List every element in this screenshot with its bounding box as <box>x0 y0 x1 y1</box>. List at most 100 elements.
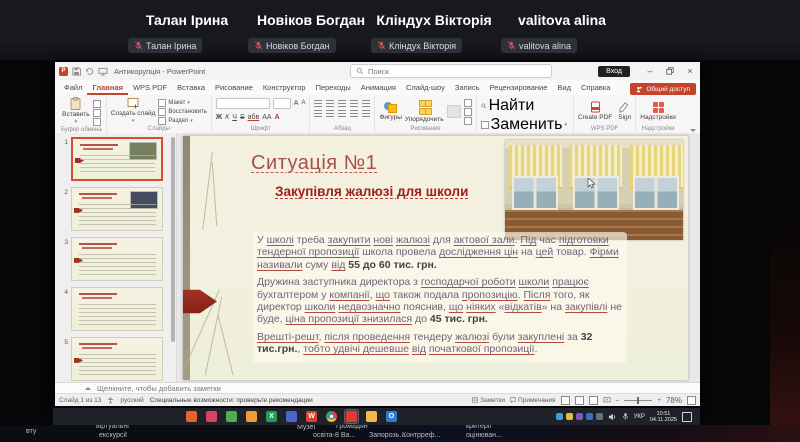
notes-collapse-icon[interactable] <box>85 387 91 390</box>
align-left-icon[interactable] <box>314 110 322 117</box>
line-spacing-icon[interactable] <box>350 100 358 107</box>
taskbar-icon-folder[interactable] <box>365 410 378 423</box>
restore-button[interactable] <box>660 62 680 80</box>
sign-button[interactable]: Sign <box>618 101 631 121</box>
ribbon-tab-8[interactable]: Слайд-шоу <box>401 83 450 95</box>
taskbar-icon-pdf[interactable] <box>345 410 358 423</box>
slideshow-view-button[interactable] <box>603 397 611 404</box>
font-glyph-button[interactable]: абв <box>248 113 260 122</box>
ribbon-tab-2[interactable]: WPS PDF <box>128 83 172 95</box>
shrink-font-icon[interactable]: А <box>301 99 305 108</box>
paste-button[interactable]: Вставить▾ <box>62 97 90 125</box>
shapes-button[interactable]: Фигуры <box>379 102 401 121</box>
taskbar-icon-app-pink[interactable] <box>205 410 218 423</box>
zoom-slider[interactable] <box>624 400 652 401</box>
tray-purple[interactable] <box>576 413 583 420</box>
slide-thumbnail[interactable]: 2 <box>55 187 176 231</box>
font-glyph-button[interactable]: АА <box>262 113 271 122</box>
ribbon-tab-5[interactable]: Конструктор <box>258 83 311 95</box>
taskbar-icon-excel[interactable]: X <box>265 410 278 423</box>
create-pdf-button[interactable]: Create PDF <box>578 101 612 121</box>
zoom-out-button[interactable]: – <box>616 397 620 404</box>
comments-toggle[interactable]: Примечания <box>510 397 556 404</box>
section-button[interactable]: Раздел▾ <box>158 117 206 125</box>
font-glyph-button[interactable]: А <box>275 113 280 122</box>
slide-photo-classroom[interactable] <box>505 140 683 240</box>
ribbon-tab-10[interactable]: Рецензирование <box>484 83 552 95</box>
shape-outline-icon[interactable] <box>464 108 472 116</box>
columns-icon[interactable] <box>362 110 370 117</box>
fit-slide-button[interactable] <box>687 396 696 405</box>
collapse-ribbon-icon[interactable] <box>690 129 696 132</box>
language-switcher[interactable]: УКР <box>634 414 645 420</box>
clock[interactable]: 10:51 04.11.2025 <box>650 411 677 423</box>
new-slide-button[interactable]: Создать слайд▾ <box>111 97 156 124</box>
taskbar-icon-app-green[interactable] <box>225 410 238 423</box>
save-icon[interactable] <box>72 67 81 76</box>
ribbon-tab-6[interactable]: Переходы <box>311 83 356 95</box>
normal-view-button[interactable] <box>561 396 570 405</box>
taskbar-icon-app-blue[interactable] <box>285 410 298 423</box>
taskbar-icon-app-orange[interactable] <box>245 410 258 423</box>
slide-body-text[interactable]: У школі треба закупити нові жалюзі для а… <box>253 232 627 363</box>
slide-subtitle[interactable]: Закупівля жалюзі для школи <box>275 184 468 199</box>
font-glyph-button[interactable]: Ч <box>232 113 237 122</box>
notification-center-icon[interactable] <box>682 412 692 422</box>
slide-thumbnail[interactable]: 1 <box>55 137 176 181</box>
align-right-icon[interactable] <box>338 110 346 117</box>
share-button[interactable]: Общий доступ <box>630 83 696 95</box>
ribbon-tab-12[interactable]: Справка <box>576 83 615 95</box>
ribbon-tab-3[interactable]: Вставка <box>172 83 210 95</box>
ribbon-tab-0[interactable]: Файл <box>59 83 87 95</box>
tray-blue[interactable] <box>586 413 593 420</box>
ribbon-tab-11[interactable]: Вид <box>552 83 576 95</box>
accessibility-check[interactable]: Специальные возможности: проверьте реком… <box>150 397 313 404</box>
microphone-icon[interactable] <box>622 412 629 421</box>
cut-icon[interactable] <box>93 100 101 108</box>
taskbar-icon-opera[interactable] <box>185 410 198 423</box>
ribbon-tab-4[interactable]: Рисование <box>210 83 258 95</box>
taskbar-icon-outlook[interactable]: O <box>385 410 398 423</box>
volume-icon[interactable] <box>608 413 617 421</box>
close-button[interactable]: × <box>680 62 700 80</box>
minimize-button[interactable]: – <box>640 62 660 80</box>
taskbar-icon-chrome[interactable] <box>325 410 338 423</box>
reading-view-button[interactable] <box>589 396 598 405</box>
tray-teal[interactable] <box>556 413 563 420</box>
notes-toggle[interactable]: Заметки <box>472 397 505 404</box>
bullets-icon[interactable] <box>314 100 322 107</box>
reset-button[interactable]: Восстановить <box>158 108 206 116</box>
undo-icon[interactable] <box>85 67 94 76</box>
font-glyph-button[interactable]: К <box>225 113 229 122</box>
font-glyph-button[interactable]: Ж <box>216 113 222 122</box>
tray-yellow[interactable] <box>566 413 573 420</box>
ribbon-tab-9[interactable]: Запись <box>450 83 485 95</box>
slide-sorter-view-button[interactable] <box>575 396 584 405</box>
zoom-in-button[interactable]: + <box>657 397 661 404</box>
taskbar-icon-start[interactable] <box>165 410 178 423</box>
thumbnail-scrollbar[interactable] <box>171 137 175 342</box>
grow-font-icon[interactable]: А <box>294 99 299 108</box>
format-painter-icon[interactable] <box>93 118 101 126</box>
justify-icon[interactable] <box>350 110 358 117</box>
font-glyph-button[interactable]: S <box>240 113 245 122</box>
replace-button[interactable]: Заменить▾ <box>481 116 567 134</box>
numbering-icon[interactable] <box>326 100 334 107</box>
tray-gray[interactable] <box>596 413 603 420</box>
indent-icon[interactable] <box>338 100 346 107</box>
font-size-select[interactable] <box>273 98 291 109</box>
taskbar-icon-wps[interactable]: W <box>305 410 318 423</box>
sign-in-button[interactable]: Вход <box>598 66 630 77</box>
addins-button[interactable]: Надстройки <box>640 102 676 121</box>
arrange-button[interactable]: Упорядочить <box>405 100 444 123</box>
font-name-select[interactable] <box>216 98 270 109</box>
find-button[interactable]: Найти <box>481 97 535 115</box>
quick-styles-icon[interactable] <box>447 105 461 118</box>
slideshow-icon[interactable] <box>98 67 108 76</box>
text-direction-icon[interactable] <box>362 100 370 107</box>
language-indicator[interactable]: русский <box>120 397 143 404</box>
copy-icon[interactable] <box>93 109 101 117</box>
zoom-percent[interactable]: 78% <box>666 396 682 405</box>
layout-button[interactable]: Макет▾ <box>158 99 206 107</box>
slide-thumbnail[interactable]: 4 <box>55 287 176 331</box>
